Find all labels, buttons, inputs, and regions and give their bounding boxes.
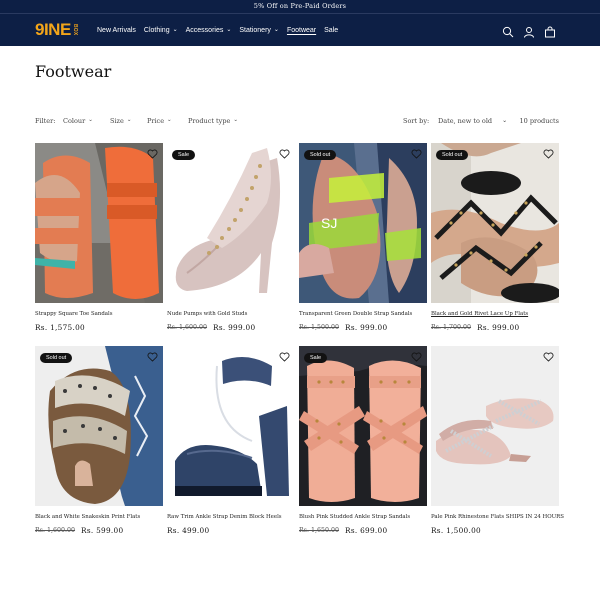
filter-bar: Filter: Colour ⌄ Size ⌄ Price ⌄ Product typ…	[35, 117, 559, 127]
announcement-bar: 5% Off on Pre-Paid Orders	[0, 0, 600, 13]
filter-colour-dropdown[interactable]: Colour ⌄	[63, 117, 93, 125]
product-price: Rs. 999.00	[345, 323, 388, 332]
main-nav: New Arrivals Clothing ⌄ Accessories ⌄ Stat…	[97, 14, 346, 46]
nav-item-stationery[interactable]: Stationery ⌄	[239, 27, 279, 34]
product-image[interactable]	[299, 346, 427, 506]
product-price: Rs. 999.00	[213, 323, 256, 332]
nav-label: Clothing	[143, 26, 170, 34]
nav-label: Accessories	[185, 26, 224, 34]
price-row: Rs. 1,500.00	[431, 526, 481, 535]
filter-option-label: Size	[110, 117, 124, 125]
sort-dropdown[interactable]: Date, new to old ⌄	[438, 116, 508, 126]
product-title[interactable]: Strappy Square Toe Sandals	[35, 311, 165, 317]
product-price: Rs. 999.00	[477, 323, 520, 332]
product-title[interactable]: Raw Trim Ankle Strap Denim Block Heels	[167, 514, 297, 520]
filter-product-type-dropdown[interactable]: Product type ⌄	[188, 117, 238, 125]
product-title[interactable]: Transparent Green Double Strap Sandals	[299, 311, 429, 317]
product-price: Rs. 599.00	[81, 526, 124, 535]
wishlist-heart-icon[interactable]	[543, 352, 554, 362]
product-price: Rs. 699.00	[345, 526, 388, 535]
cart-icon[interactable]	[544, 23, 556, 38]
sold-out-badge: Sold out	[304, 150, 337, 160]
sort-label: Sort by:	[403, 117, 430, 125]
product-image[interactable]	[431, 346, 559, 506]
nav-label: Stationery	[239, 26, 271, 34]
product-price: Rs. 1,575.00	[35, 323, 85, 332]
chevron-down-icon: ⌄	[502, 116, 508, 124]
sale-badge: Sale	[172, 150, 196, 160]
announcement-text: 5% Off on Pre-Paid Orders	[253, 2, 347, 10]
wishlist-heart-icon[interactable]	[147, 352, 158, 362]
product-compare-price: Rs. 1,600.00	[167, 324, 208, 331]
product-compare-price: Rs. 1,700.00	[431, 324, 472, 331]
chevron-down-icon: ⌄	[233, 117, 238, 123]
nav-item-clothing[interactable]: Clothing ⌄	[144, 27, 178, 34]
page-title: Footwear	[35, 62, 112, 81]
price-row: Rs. 1,600.00 Rs. 599.00	[35, 526, 123, 535]
price-row: Rs. 1,700.00 Rs. 999.00	[431, 323, 519, 332]
price-row: Rs. 1,500.00 Rs. 999.00	[299, 323, 387, 332]
nav-label: Footwear	[286, 26, 317, 34]
sold-out-badge: Sold out	[436, 150, 469, 160]
product-image[interactable]	[167, 143, 295, 303]
filter-price-dropdown[interactable]: Price ⌄	[147, 117, 172, 125]
price-row: Rs. 1,575.00	[35, 323, 85, 332]
chevron-down-icon: ⌄	[172, 26, 178, 33]
filter-label: Filter:	[35, 117, 56, 125]
chevron-down-icon: ⌄	[88, 117, 93, 123]
product-compare-price: Rs. 1,600.00	[35, 527, 76, 534]
chevron-down-icon: ⌄	[167, 117, 172, 123]
product-title[interactable]: Black and White Snakeskin Print Flats	[35, 514, 165, 520]
chevron-down-icon: ⌄	[226, 26, 232, 33]
product-title[interactable]: Pale Pink Rhinestone Flats SHIPS IN 24 H…	[431, 514, 564, 520]
filter-size-dropdown[interactable]: Size ⌄	[110, 117, 131, 125]
wishlist-heart-icon[interactable]	[411, 149, 422, 159]
product-image[interactable]	[431, 143, 559, 303]
product-image[interactable]: SJ	[299, 143, 427, 303]
chevron-down-icon: ⌄	[126, 117, 132, 123]
price-row: Rs. 1,600.00 Rs. 999.00	[167, 323, 255, 332]
search-icon[interactable]	[502, 23, 514, 38]
site-header: 9INE BOX New Arrivals Clothing ⌄ Accessor…	[0, 14, 600, 46]
header-icons	[502, 23, 556, 38]
sold-out-badge: Sold out	[40, 353, 73, 363]
sort-value: Date, new to old	[438, 117, 493, 125]
account-icon[interactable]	[523, 23, 535, 38]
nav-item-footwear[interactable]: Footwear	[287, 27, 316, 34]
product-compare-price: Rs. 1,500.00	[299, 324, 340, 331]
product-title[interactable]: Nude Pumps with Gold Studs	[167, 311, 297, 317]
nav-label: Sale	[324, 26, 339, 34]
product-price: Rs. 1,500.00	[431, 526, 481, 535]
filter-option-label: Price	[147, 117, 165, 125]
wishlist-heart-icon[interactable]	[279, 352, 290, 362]
filter-option-label: Colour	[63, 117, 86, 125]
product-image[interactable]	[35, 346, 163, 506]
logo-text: 9INE	[35, 20, 71, 39]
product-image[interactable]	[167, 346, 295, 506]
nav-item-sale[interactable]: Sale	[324, 27, 338, 34]
filter-option-label: Product type	[188, 117, 231, 125]
nav-item-accessories[interactable]: Accessories ⌄	[186, 27, 232, 34]
wishlist-heart-icon[interactable]	[543, 149, 554, 159]
product-count: 10 products	[519, 117, 559, 125]
logo[interactable]: 9INE BOX	[35, 20, 78, 40]
image-watermark-text: SJ	[321, 215, 337, 231]
logo-subtext: BOX	[71, 24, 78, 36]
wishlist-heart-icon[interactable]	[279, 149, 290, 159]
sale-badge: Sale	[304, 353, 328, 363]
product-price: Rs. 499.00	[167, 526, 210, 535]
nav-label: New Arrivals	[97, 26, 136, 34]
wishlist-heart-icon[interactable]	[147, 149, 158, 159]
product-image[interactable]	[35, 143, 163, 303]
price-row: Rs. 1,650.00 Rs. 699.00	[299, 526, 387, 535]
product-title[interactable]: Blush Pink Studded Ankle Strap Sandals	[299, 514, 429, 520]
chevron-down-icon: ⌄	[273, 26, 279, 33]
price-row: Rs. 499.00	[167, 526, 209, 535]
nav-item-new-arrivals[interactable]: New Arrivals	[97, 27, 136, 34]
product-compare-price: Rs. 1,650.00	[299, 527, 340, 534]
product-title[interactable]: Black and Gold Rivet Lace Up Flats	[431, 311, 561, 317]
wishlist-heart-icon[interactable]	[411, 352, 422, 362]
